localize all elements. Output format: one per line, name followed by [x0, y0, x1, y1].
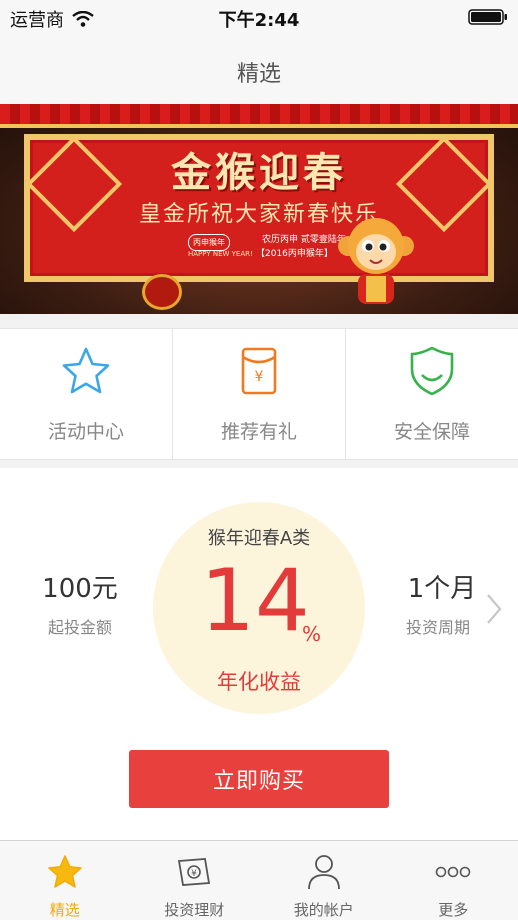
- banner-seal-english: HAPPY NEW YEAR!: [188, 250, 253, 258]
- shield-icon: [410, 346, 454, 396]
- feature-label: 安全保障: [393, 421, 470, 443]
- svg-text:¥: ¥: [191, 869, 197, 879]
- tab-label: 投资理财: [164, 901, 225, 919]
- banner-curtain: [0, 104, 518, 128]
- status-bar: 运营商 下午2:44: [0, 0, 518, 34]
- banner-subtitle: 皇金所祝大家新春快乐: [138, 202, 379, 227]
- monkey-mascot-icon: [338, 218, 414, 304]
- buy-now-button[interactable]: 立即购买: [129, 750, 389, 808]
- star-icon: [62, 347, 110, 394]
- person-icon: [307, 855, 340, 890]
- tab-more[interactable]: 更多: [389, 841, 518, 920]
- money-pot-icon: [142, 274, 182, 310]
- annual-rate-label: 年化收益: [217, 670, 301, 694]
- banner-title: 金猴迎春: [171, 149, 347, 196]
- feature-activity-center[interactable]: 活动中心: [0, 329, 173, 459]
- banner-seal: 丙申猴年: [188, 234, 230, 251]
- investment-period-label: 投资周期: [405, 618, 470, 637]
- red-envelope-icon: ¥: [241, 347, 277, 395]
- banner-date-line2: 【2016丙申猴年】: [256, 249, 333, 259]
- battery-icon: [468, 9, 507, 25]
- money-bill-icon: ¥: [178, 858, 211, 886]
- tab-investment[interactable]: ¥ 投资理财: [130, 841, 260, 920]
- star-icon: [48, 855, 82, 888]
- min-investment-label: 起投金额: [47, 618, 112, 637]
- tab-label: 更多: [438, 901, 469, 919]
- status-time: 下午2:44: [218, 10, 300, 31]
- feature-label: 推荐有礼: [220, 421, 297, 443]
- feature-label: 活动中心: [47, 421, 124, 443]
- product-card[interactable]: 猴年迎春A类 14 % 年化收益 100元 起投金额 1个月 投资周期 立即购买: [0, 468, 518, 840]
- navigation-bar: 精选: [0, 34, 518, 104]
- page-title: 精选: [236, 62, 281, 87]
- svg-text:¥: ¥: [255, 369, 264, 385]
- tab-featured[interactable]: 精选: [0, 841, 130, 920]
- product-name: 猴年迎春A类: [207, 528, 311, 549]
- tab-my-account[interactable]: 我的帐户: [259, 841, 389, 920]
- promo-banner[interactable]: 金猴迎春 皇金所祝大家新春快乐 丙申猴年 HAPPY NEW YEAR! 农历丙…: [0, 104, 518, 314]
- more-dots-icon: [435, 866, 471, 878]
- annual-rate-value: 14: [200, 551, 310, 651]
- feature-security[interactable]: 安全保障: [346, 329, 518, 459]
- banner-date-line1: 农历丙申 贰零壹陆年: [262, 235, 346, 245]
- min-investment-value: 100元: [42, 574, 118, 604]
- annual-rate-unit: %: [302, 622, 322, 646]
- tab-bar: 精选 ¥ 投资理财 我的帐户 更多: [0, 840, 518, 920]
- tab-label: 精选: [49, 901, 80, 919]
- feature-grid: 活动中心 ¥ 推荐有礼 安全保障: [0, 328, 518, 460]
- chevron-right-icon[interactable]: [484, 592, 504, 626]
- feature-referral[interactable]: ¥ 推荐有礼: [173, 329, 346, 459]
- tab-label: 我的帐户: [293, 901, 354, 919]
